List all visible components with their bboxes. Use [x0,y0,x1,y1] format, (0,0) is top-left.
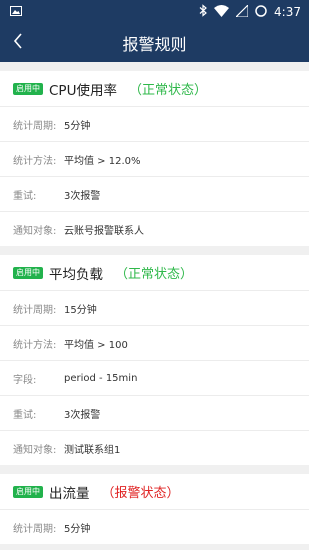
chevron-left-icon [13,33,23,53]
rule-card-load[interactable]: 启用中 平均负载 （正常状态） 统计周期: 15分钟 统计方法: 平均值 > 1… [0,255,309,465]
field-value: 测试联系组1 [64,444,121,456]
bluetooth-icon [199,4,207,20]
rule-header: 启用中 平均负载 （正常状态） [0,255,309,291]
field-label: 字段: [13,374,37,386]
field-row: 统计方法: 平均值 > 12.0% [0,142,309,177]
field-label: 统计周期: [13,304,57,316]
enabled-badge: 启用中 [13,485,43,498]
enabled-badge: 启用中 [13,266,43,279]
rule-name: 出流量 [49,485,90,502]
page-title: 报警规则 [122,35,187,54]
image-notification-icon [10,5,22,19]
field-label: 统计周期: [13,523,57,535]
field-value: period - 15min [64,372,138,384]
field-value: 15分钟 [64,304,97,316]
field-row: 通知对象: 测试联系组1 [0,431,309,465]
field-value: 3次报警 [64,409,101,421]
battery-icon [255,4,267,20]
wifi-icon [214,4,230,20]
status-label: （报警状态） [101,486,180,501]
field-value: 5分钟 [64,523,91,535]
rule-name: CPU使用率 [49,82,117,99]
rule-list[interactable]: 启用中 CPU使用率 （正常状态） 统计周期: 5分钟 统计方法: 平均值 > … [0,62,309,550]
status-label: （正常状态） [115,267,194,282]
rule-header: 启用中 CPU使用率 （正常状态） [0,71,309,107]
field-row: 统计周期: 5分钟 [0,107,309,142]
field-value: 3次报警 [64,190,101,202]
back-button[interactable] [0,24,36,62]
field-value: 5分钟 [64,120,91,132]
field-value: 云账号报警联系人 [64,225,144,237]
field-row: 统计周期: 15分钟 [0,291,309,326]
field-label: 统计方法: [13,339,57,351]
app-bar: 报警规则 [0,24,309,62]
field-label: 通知对象: [13,225,57,237]
field-label: 统计方法: [13,155,57,167]
rule-card-cpu[interactable]: 启用中 CPU使用率 （正常状态） 统计周期: 5分钟 统计方法: 平均值 > … [0,71,309,246]
field-label: 重试: [13,190,37,202]
field-label: 通知对象: [13,444,57,456]
status-bar: 4:37 [0,0,309,24]
field-row: 重试: 3次报警 [0,396,309,431]
field-value: 平均值 > 100 [64,339,128,351]
field-value: 平均值 > 12.0% [64,155,141,167]
enabled-badge: 启用中 [13,82,43,95]
field-row: 统计方法: 平均值 > 100 [0,326,309,361]
rule-name: 平均负载 [49,266,103,283]
field-row: 重试: 3次报警 [0,177,309,212]
field-row: 通知对象: 云账号报警联系人 [0,212,309,246]
clock-time: 4:37 [274,5,301,19]
field-label: 重试: [13,409,37,421]
status-label: （正常状态） [128,83,207,98]
field-row: 字段: period - 15min [0,361,309,396]
rule-card-outbound[interactable]: 启用中 出流量 （报警状态） 统计周期: 5分钟 [0,474,309,544]
signal-icon [234,3,249,20]
field-label: 统计周期: [13,120,57,132]
field-row: 统计周期: 5分钟 [0,510,309,544]
rule-header: 启用中 出流量 （报警状态） [0,474,309,510]
